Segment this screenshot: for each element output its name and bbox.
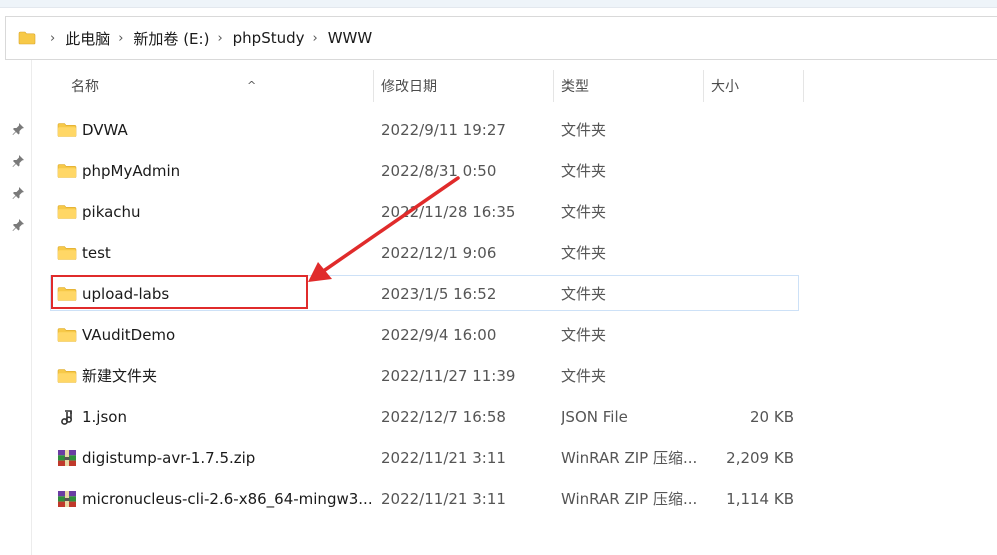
winrar-zip-icon <box>58 450 76 466</box>
file-size <box>701 153 794 189</box>
file-row[interactable]: 新建文件夹 2022/11/27 11:39 文件夹 <box>50 357 799 393</box>
file-row[interactable]: VAuditDemo 2022/9/4 16:00 文件夹 <box>50 316 799 352</box>
file-type: 文件夹 <box>561 285 607 303</box>
file-date: 2022/9/11 19:27 <box>381 121 506 139</box>
navigation-pane <box>0 60 32 555</box>
folder-icon <box>18 31 36 45</box>
file-type: WinRAR ZIP 压缩... <box>561 449 698 467</box>
file-name: DVWA <box>82 121 128 139</box>
file-date: 2022/9/4 16:00 <box>381 326 497 344</box>
chevron-right-icon[interactable]: › <box>217 32 222 45</box>
file-type: 文件夹 <box>561 121 607 139</box>
column-divider[interactable] <box>553 70 554 102</box>
annotation-highlight-box <box>51 275 308 309</box>
file-row[interactable]: 1.json 2022/12/7 16:58 JSON File 20 KB <box>50 398 799 434</box>
file-size <box>701 358 794 394</box>
file-name: micronucleus-cli-2.6-x86_64-mingw3... <box>82 490 372 508</box>
file-row[interactable]: pikachu 2022/11/28 16:35 文件夹 <box>50 193 799 229</box>
address-bar[interactable]: › 此电脑 › 新加卷 (E:) › phpStudy › WWW <box>5 16 997 60</box>
file-date: 2023/1/5 16:52 <box>381 285 497 303</box>
file-type: 文件夹 <box>561 244 607 262</box>
chevron-right-icon[interactable]: › <box>118 32 123 45</box>
file-size: 20 KB <box>750 408 794 426</box>
file-name: VAuditDemo <box>82 326 176 344</box>
pin-icon[interactable] <box>11 186 25 200</box>
file-type: JSON File <box>561 408 628 426</box>
file-name: 新建文件夹 <box>82 367 158 385</box>
column-divider[interactable] <box>703 70 704 102</box>
chevron-right-icon: › <box>50 30 56 46</box>
winrar-zip-icon <box>58 491 76 507</box>
breadcrumb-item-drive-e[interactable]: 新加卷 (E:) <box>133 28 209 49</box>
file-type: WinRAR ZIP 压缩... <box>561 490 698 508</box>
file-size <box>701 112 794 148</box>
file-size <box>701 276 794 312</box>
column-header-size-label: 大小 <box>711 79 739 95</box>
file-date: 2022/11/21 3:11 <box>381 490 506 508</box>
file-row[interactable]: digistump-avr-1.7.5.zip 2022/11/21 3:11 … <box>50 439 799 475</box>
column-divider[interactable] <box>803 70 804 102</box>
file-date: 2022/11/27 11:39 <box>381 367 516 385</box>
folder-icon <box>57 205 77 219</box>
file-date: 2022/12/1 9:06 <box>381 244 497 262</box>
pin-icon[interactable] <box>11 122 25 136</box>
file-date: 2022/11/28 16:35 <box>381 203 516 221</box>
file-size <box>701 317 794 353</box>
column-header-row: 名称 ^ 修改日期 类型 大小 <box>33 66 997 106</box>
pin-icon[interactable] <box>11 218 25 232</box>
file-name: 1.json <box>82 408 127 426</box>
file-name: phpMyAdmin <box>82 162 181 180</box>
file-name: pikachu <box>82 203 141 221</box>
file-size <box>701 194 794 230</box>
column-divider[interactable] <box>373 70 374 102</box>
file-row[interactable]: DVWA 2022/9/11 19:27 文件夹 <box>50 111 799 147</box>
folder-icon <box>57 164 77 178</box>
file-name: digistump-avr-1.7.5.zip <box>82 449 256 467</box>
breadcrumb-item-phpstudy[interactable]: phpStudy <box>233 29 305 47</box>
folder-icon <box>57 246 77 260</box>
file-name: test <box>82 244 111 262</box>
window-top-strip <box>0 0 997 8</box>
file-type: 文件夹 <box>561 162 607 180</box>
chevron-right-icon[interactable]: › <box>313 32 318 45</box>
folder-icon <box>57 369 77 383</box>
file-type: 文件夹 <box>561 203 607 221</box>
file-row[interactable]: micronucleus-cli-2.6-x86_64-mingw3... 20… <box>50 480 799 516</box>
file-row[interactable]: phpMyAdmin 2022/8/31 0:50 文件夹 <box>50 152 799 188</box>
json-file-icon <box>61 410 72 425</box>
column-header-date-label: 修改日期 <box>381 79 437 95</box>
file-row[interactable]: test 2022/12/1 9:06 文件夹 <box>50 234 799 270</box>
file-type: 文件夹 <box>561 367 607 385</box>
breadcrumb-item-this-pc[interactable]: 此电脑 <box>65 28 110 49</box>
sort-ascending-icon: ^ <box>247 79 257 92</box>
column-header-type-label: 类型 <box>561 79 589 95</box>
pin-icon[interactable] <box>11 154 25 168</box>
file-size: 1,114 KB <box>726 490 794 508</box>
column-header-name[interactable]: 名称 ^ <box>67 66 373 106</box>
folder-icon <box>57 123 77 137</box>
folder-icon <box>57 328 77 342</box>
file-date: 2022/8/31 0:50 <box>381 162 497 180</box>
file-size <box>701 235 794 271</box>
column-header-size[interactable]: 大小 <box>707 66 803 106</box>
column-header-date[interactable]: 修改日期 <box>377 66 553 106</box>
breadcrumb-item-www[interactable]: WWW <box>328 29 373 47</box>
file-date: 2022/11/21 3:11 <box>381 449 506 467</box>
file-type: 文件夹 <box>561 326 607 344</box>
column-header-type[interactable]: 类型 <box>557 66 703 106</box>
column-header-name-label: 名称 <box>71 79 99 95</box>
file-date: 2022/12/7 16:58 <box>381 408 506 426</box>
file-size: 2,209 KB <box>726 449 794 467</box>
